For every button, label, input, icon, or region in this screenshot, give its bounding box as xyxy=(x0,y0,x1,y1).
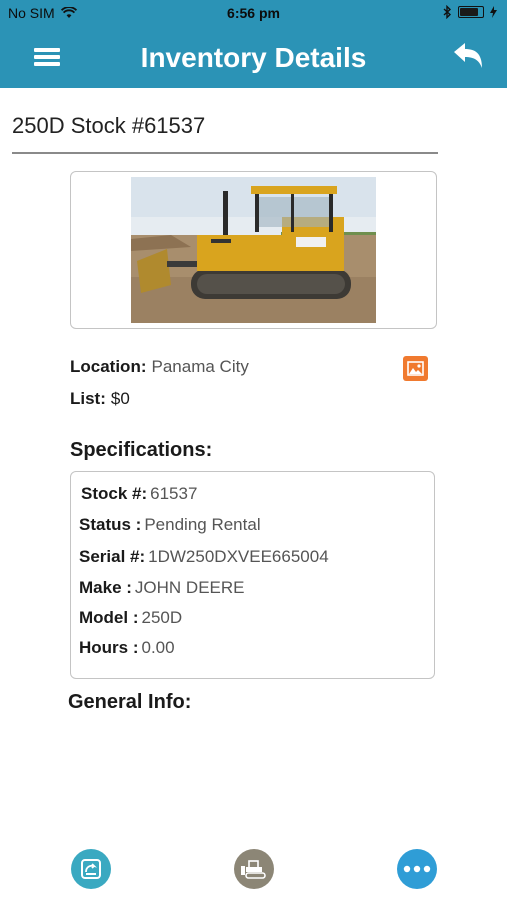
spec-label: Stock #: xyxy=(81,484,148,503)
spec-label: Model : xyxy=(79,608,139,627)
inventory-button[interactable] xyxy=(71,849,111,889)
spec-row-model: Model :250D xyxy=(79,608,182,628)
list-value: $0 xyxy=(110,389,130,408)
app-header: Inventory Details xyxy=(0,26,507,88)
location-label: Location: xyxy=(70,357,147,376)
spec-value: 250D xyxy=(141,608,183,627)
spec-row-stock: Stock #: 61537 xyxy=(81,484,197,504)
more-icon xyxy=(403,865,431,873)
bulldozer-photo-image xyxy=(131,177,376,323)
title-divider xyxy=(12,152,438,154)
spec-label: Hours : xyxy=(79,638,139,657)
bluetooth-icon xyxy=(443,5,452,19)
spec-row-serial: Serial #: 1DW250DXVEE665004 xyxy=(79,547,329,567)
spec-label: Make : xyxy=(79,578,132,597)
spec-label: Serial #: xyxy=(79,547,146,566)
list-label: List: xyxy=(70,389,106,408)
location-value: Panama City xyxy=(151,357,249,376)
specifications-heading: Specifications: xyxy=(70,439,213,461)
list-price-row: List: $0 xyxy=(70,389,130,409)
bulldozer-icon xyxy=(241,860,266,879)
general-info-heading: General Info: xyxy=(68,691,192,713)
spec-row-make: Make : JOHN DEERE xyxy=(79,578,245,598)
status-bar: No SIM 6:56 pm xyxy=(0,0,507,26)
spec-value: Pending Rental xyxy=(144,515,261,534)
reply-arrow-icon xyxy=(454,43,482,68)
inventory-icon xyxy=(81,859,101,879)
spec-label: Status : xyxy=(79,515,142,534)
back-button[interactable] xyxy=(451,40,487,72)
charging-icon xyxy=(490,6,497,18)
battery-icon xyxy=(458,6,484,18)
spec-value: JOHN DEERE xyxy=(134,578,245,597)
specifications-box: Stock #: 61537 Status : Pending Rental Ser… xyxy=(70,471,435,679)
equipment-photo-frame[interactable] xyxy=(70,171,437,329)
spec-row-hours: Hours :0.00 xyxy=(79,638,175,658)
equipment-button[interactable] xyxy=(234,849,274,889)
battery-level xyxy=(460,8,478,16)
gallery-button[interactable] xyxy=(403,356,428,381)
image-gallery-icon xyxy=(407,361,424,376)
status-right xyxy=(443,5,497,19)
spec-value: 1DW250DXVEE665004 xyxy=(148,547,329,566)
location-row: Location: Panama City xyxy=(70,357,249,377)
equipment-photo[interactable] xyxy=(131,177,376,323)
status-time: 6:56 pm xyxy=(227,5,280,21)
item-title: 250D Stock #61537 xyxy=(12,113,206,138)
page-header-title: Inventory Details xyxy=(140,42,367,73)
more-button[interactable] xyxy=(397,849,437,889)
spec-row-status: Status : Pending Rental xyxy=(79,515,261,535)
spec-value: 61537 xyxy=(150,484,198,503)
spec-value: 0.00 xyxy=(141,638,175,657)
